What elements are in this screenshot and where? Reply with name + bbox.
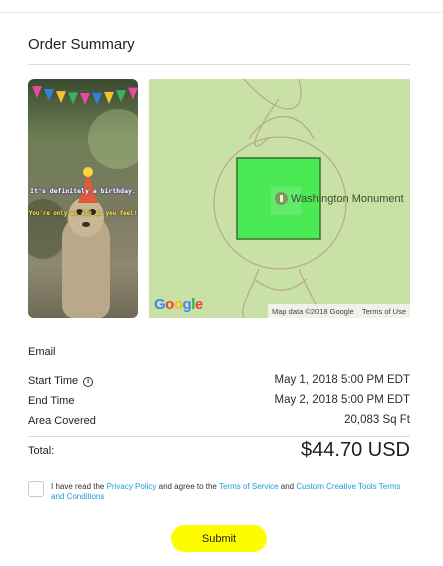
geofilter-preview: It's definitely a birthday. You're only … xyxy=(28,79,138,318)
map-pin-icon xyxy=(275,192,288,205)
map-place-label: Washington Monument xyxy=(291,193,404,205)
background-blur xyxy=(88,109,138,169)
total-label: Total: xyxy=(28,445,55,457)
bunting-flag xyxy=(32,86,42,99)
submit-button[interactable]: Submit xyxy=(171,525,267,552)
end-time-value: May 2, 2018 5:00 PM EDT xyxy=(274,394,410,406)
title-divider xyxy=(28,64,410,65)
total-amount: $44.70 USD xyxy=(301,439,410,461)
page-title: Order Summary xyxy=(28,36,135,53)
bunting-flag xyxy=(128,87,138,100)
terms-of-use-link[interactable]: Terms of Use xyxy=(362,307,406,316)
start-time-label: Start Time i xyxy=(28,375,94,387)
end-time-label: End Time xyxy=(28,395,75,407)
bunting-flag xyxy=(80,92,90,105)
bunting-flag xyxy=(92,92,102,105)
preview-caption-1: It's definitely a birthday. xyxy=(30,187,136,195)
bunting-flag xyxy=(56,91,66,104)
terms-of-service-link[interactable]: Terms of Service xyxy=(219,482,279,491)
google-logo: Google xyxy=(154,296,203,313)
map-attribution: Map data ©2018 Google Terms of Use xyxy=(267,304,410,318)
agreement-text-1: I have read the xyxy=(51,482,107,491)
preview-caption-2: You're only as old as you feel! xyxy=(28,211,138,217)
bunting-flag xyxy=(104,91,114,104)
agreement-text-2: and agree to the xyxy=(156,482,219,491)
bunting-flag xyxy=(116,90,126,103)
party-hat-pom xyxy=(83,167,93,177)
agreement-text-3: and xyxy=(278,482,297,491)
start-time-value: May 1, 2018 5:00 PM EDT xyxy=(274,374,410,386)
start-time-label-text: Start Time xyxy=(28,375,79,387)
bunting-flag xyxy=(44,88,54,101)
info-icon[interactable]: i xyxy=(83,377,94,387)
meerkat-nose xyxy=(82,222,90,227)
top-divider xyxy=(0,12,443,13)
bunting-flag xyxy=(68,92,78,105)
email-label: Email xyxy=(28,346,56,358)
area-covered-label: Area Covered xyxy=(28,415,96,427)
privacy-policy-link[interactable]: Privacy Policy xyxy=(107,482,157,491)
agreement-text: I have read the Privacy Policy and agree… xyxy=(51,482,411,502)
meerkat-head xyxy=(68,197,104,237)
area-covered-value: 20,083 Sq Ft xyxy=(344,414,410,426)
total-divider xyxy=(28,436,410,437)
map-data-text: Map data ©2018 Google xyxy=(271,306,354,316)
map-view[interactable]: Washington Monument Google Map data ©201… xyxy=(149,79,410,318)
bunting-flags xyxy=(28,84,138,105)
agree-checkbox[interactable] xyxy=(28,481,44,497)
